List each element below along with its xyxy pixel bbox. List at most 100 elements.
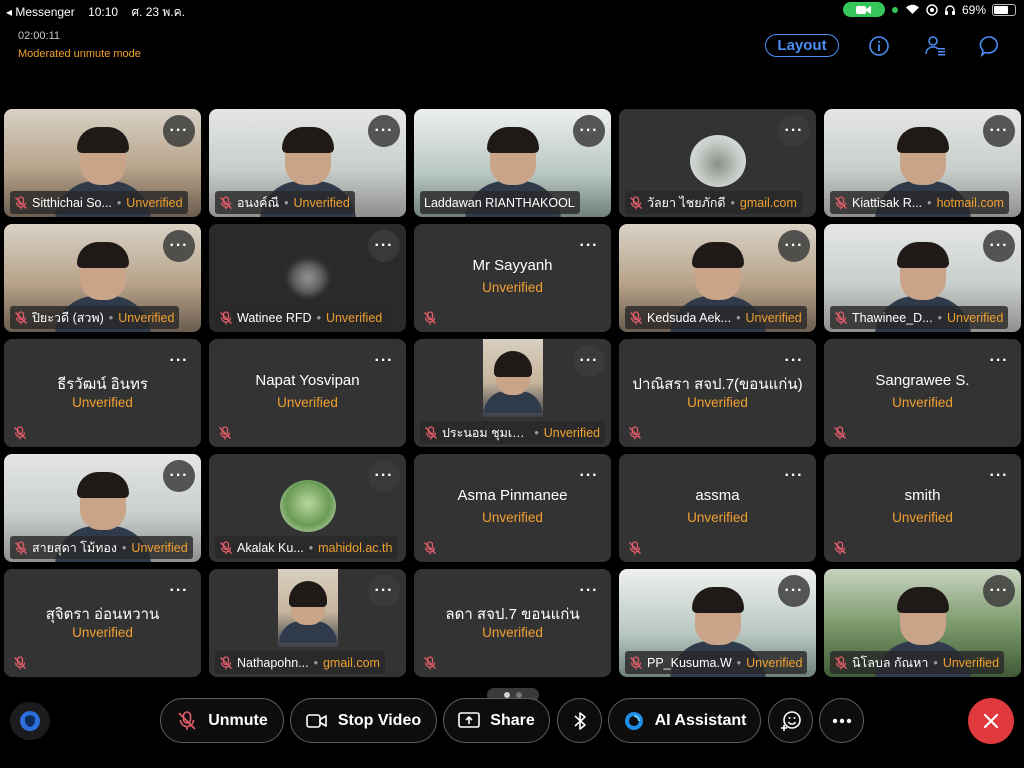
- separator-dot: •: [313, 655, 318, 670]
- participant-tile[interactable]: ··· วัลยา ไชยภักดี • gmail.com: [619, 109, 816, 217]
- reactions-button[interactable]: [768, 698, 813, 743]
- participant-name: smith: [904, 487, 941, 504]
- participant-status: gmail.com: [322, 655, 380, 670]
- unmute-button[interactable]: Unmute: [160, 698, 284, 743]
- participant-tile[interactable]: ··· Asma Pinmanee Unverified: [414, 454, 611, 562]
- participant-tile[interactable]: ··· นิโลบล กัณหา • Unverified: [824, 569, 1021, 677]
- tile-more-button[interactable]: ···: [163, 115, 195, 147]
- mic-muted-indicator: [218, 426, 232, 440]
- security-button[interactable]: [10, 702, 50, 740]
- participant-status: gmail.com: [739, 195, 797, 210]
- participant-caption: Kiattisak R... • hotmail.com: [830, 191, 1009, 214]
- participant-tile[interactable]: ··· Nathapohn... • gmail.com: [209, 569, 406, 677]
- mic-muted-indicator: [423, 541, 437, 555]
- more-icon: ···: [579, 467, 599, 484]
- ai-assistant-button[interactable]: AI Assistant: [608, 698, 761, 743]
- bluetooth-audio-button[interactable]: [557, 698, 602, 743]
- more-icon: ···: [374, 122, 394, 139]
- participant-name: Napat Yosvipan: [255, 372, 360, 389]
- participant-status: Unverified: [131, 540, 188, 555]
- battery-fill: [994, 5, 1008, 14]
- stop-video-button[interactable]: Stop Video: [290, 698, 437, 743]
- participant-name: Mr Sayyanh: [472, 257, 553, 274]
- more-icon: ···: [989, 237, 1009, 254]
- participant-tile[interactable]: ··· PP_Kusuma.W • Unverified: [619, 569, 816, 677]
- participant-name: Asma Pinmanee: [457, 487, 568, 504]
- mic-muted-icon: [424, 311, 436, 325]
- participant-tile[interactable]: ··· Laddawan RIANTHAKOOL: [414, 109, 611, 217]
- tile-more-button[interactable]: ···: [368, 460, 400, 492]
- participant-tile[interactable]: ··· Akalak Ku... • mahidol.ac.th: [209, 454, 406, 562]
- participant-name: ประนอม ชุมเรียง: [442, 425, 530, 440]
- mic-muted-icon: [424, 541, 436, 555]
- leave-meeting-button[interactable]: [968, 698, 1014, 744]
- tile-more-button[interactable]: ···: [573, 345, 605, 377]
- participant-tile[interactable]: ··· Sangrawee S. Unverified: [824, 339, 1021, 447]
- participant-name: Kiattisak R...: [852, 195, 923, 210]
- mic-muted-icon: [15, 540, 27, 554]
- more-icon: ···: [784, 122, 804, 139]
- separator-dot: •: [927, 195, 932, 210]
- participant-tile[interactable]: ··· Kedsuda Aek... • Unverified: [619, 224, 816, 332]
- participant-tile[interactable]: ··· Mr Sayyanh Unverified: [414, 224, 611, 332]
- video-icon: [306, 713, 327, 728]
- participant-status: Unverified: [72, 625, 133, 640]
- tile-more-button[interactable]: ···: [163, 230, 195, 262]
- separator-dot: •: [937, 310, 942, 325]
- more-icon: ···: [169, 237, 189, 254]
- participant-tile[interactable]: ··· ปาณิสรา สจป.7(ขอนแก่น) Unverified: [619, 339, 816, 447]
- mic-muted-icon: [835, 310, 847, 324]
- tile-more-button[interactable]: ···: [368, 115, 400, 147]
- tile-more-button[interactable]: ···: [778, 575, 810, 607]
- tile-more-button[interactable]: ···: [573, 115, 605, 147]
- participant-caption: Watinee RFD • Unverified: [215, 306, 388, 329]
- participant-status: Unverified: [118, 310, 175, 325]
- tile-more-button[interactable]: ···: [983, 230, 1015, 262]
- participant-name: สุจิตรา อ่อนหวาน: [45, 606, 160, 623]
- participant-tile[interactable]: ··· ปิยะวดี (สวพ) • Unverified: [4, 224, 201, 332]
- participant-tile[interactable]: ··· สายสุดา โม้ทอง • Unverified: [4, 454, 201, 562]
- separator-dot: •: [108, 310, 114, 325]
- tile-more-button[interactable]: ···: [368, 230, 400, 262]
- separator-dot: •: [736, 655, 742, 670]
- participant-tile[interactable]: ··· Thawinee_D... • Unverified: [824, 224, 1021, 332]
- info-button[interactable]: [866, 33, 892, 59]
- participant-tile[interactable]: ··· Napat Yosvipan Unverified: [209, 339, 406, 447]
- back-to-app-link[interactable]: ◂ Messenger: [6, 5, 75, 19]
- share-button[interactable]: Share: [443, 698, 550, 743]
- participant-tile[interactable]: ··· ลดา สจป.7 ขอนแก่น Unverified: [414, 569, 611, 677]
- participant-tile[interactable]: ··· อนงค์ณี • Unverified: [209, 109, 406, 217]
- mic-muted-icon: [629, 541, 641, 555]
- more-icon: ···: [989, 352, 1009, 369]
- tile-more-button[interactable]: ···: [983, 115, 1015, 147]
- participant-tile[interactable]: ··· smith Unverified: [824, 454, 1021, 562]
- tile-more-button[interactable]: ···: [368, 575, 400, 607]
- participant-name: Sitthichai So...: [32, 195, 112, 210]
- mic-muted-icon: [14, 656, 26, 670]
- more-icon: ···: [784, 237, 804, 254]
- participant-tile[interactable]: ··· ธีรวัฒน์ อินทร Unverified: [4, 339, 201, 447]
- participant-tile[interactable]: ··· Sitthichai So... • Unverified: [4, 109, 201, 217]
- tile-more-button[interactable]: ···: [778, 115, 810, 147]
- camera-in-use-indicator: [842, 2, 885, 17]
- participant-tile[interactable]: ··· สุจิตรา อ่อนหวาน Unverified: [4, 569, 201, 677]
- participant-tile[interactable]: ··· assma Unverified: [619, 454, 816, 562]
- tile-more-button[interactable]: ···: [163, 460, 195, 492]
- chat-button[interactable]: [978, 33, 1004, 59]
- layout-button[interactable]: Layout: [765, 34, 839, 57]
- participant-tile[interactable]: ··· Kiattisak R... • hotmail.com: [824, 109, 1021, 217]
- participant-name: Nathapohn...: [237, 655, 309, 670]
- shield-icon: [20, 711, 40, 731]
- participant-caption: สายสุดา โม้ทอง • Unverified: [10, 536, 193, 559]
- tile-more-button[interactable]: ···: [778, 230, 810, 262]
- status-right: 69%: [842, 2, 1016, 17]
- separator-dot: •: [933, 655, 938, 670]
- participant-name: นิโลบล กัณหา: [852, 655, 929, 670]
- more-options-button[interactable]: [819, 698, 864, 743]
- tile-more-button[interactable]: ···: [983, 575, 1015, 607]
- participant-tile[interactable]: ··· Watinee RFD • Unverified: [209, 224, 406, 332]
- participants-button[interactable]: [922, 33, 948, 59]
- separator-dot: •: [316, 310, 321, 325]
- participant-tile[interactable]: ··· ประนอม ชุมเรียง • Unverified: [414, 339, 611, 447]
- participant-video: [482, 339, 543, 417]
